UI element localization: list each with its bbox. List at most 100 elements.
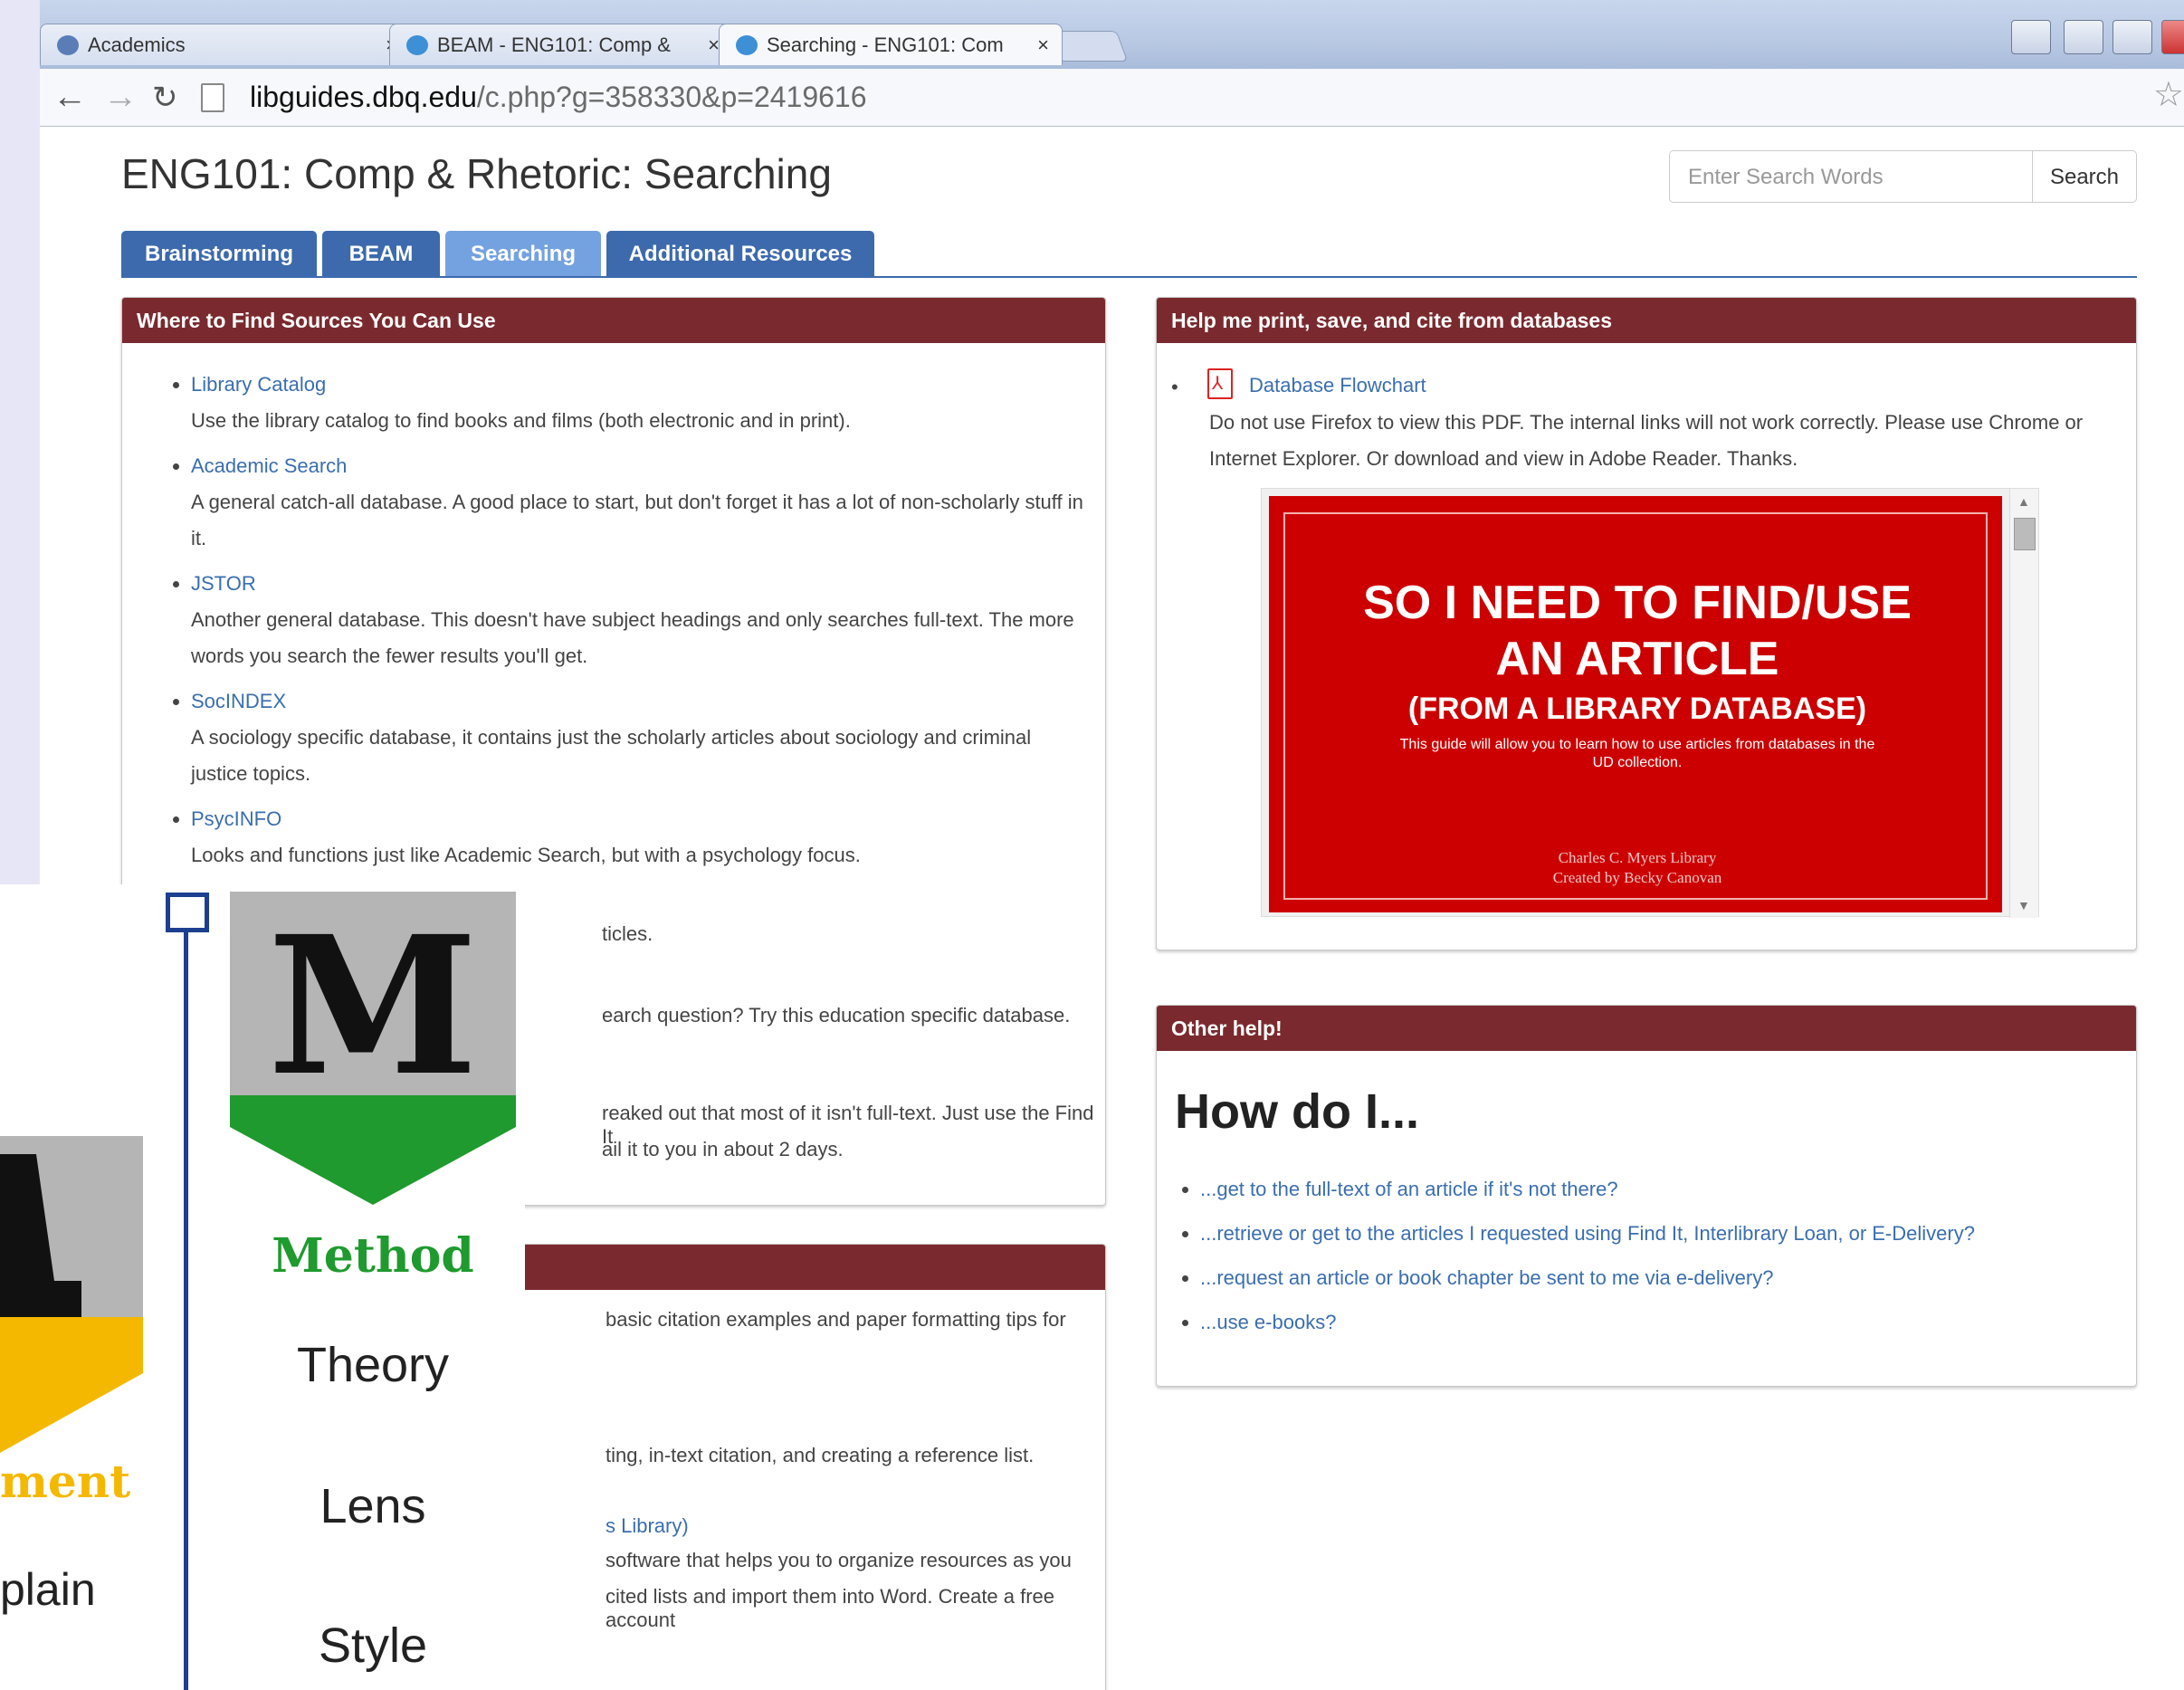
pdf-viewer[interactable]: SO I NEED TO FIND/USE AN ARTICLE (FROM A…	[1261, 488, 2039, 918]
jstor-link[interactable]: JSTOR	[191, 566, 1087, 602]
other-help-box: Other help! How do I... ...get to the fu…	[1156, 1005, 2137, 1387]
pdf-caption: UD collection.	[1592, 755, 1683, 770]
theory-word: Theory	[296, 1338, 450, 1392]
full-text-help-link[interactable]: ...get to the full-text of an article if…	[1200, 1178, 1618, 1200]
help-list: ...get to the full-text of an article if…	[1175, 1167, 2118, 1344]
style-word: Style	[318, 1618, 428, 1673]
tab-searching[interactable]: Searching	[445, 231, 601, 278]
pdf-caption: This guide will allow you to learn how t…	[1399, 737, 1875, 752]
method-badge-icon: M	[230, 892, 516, 1205]
browser-tab-label: Academics	[88, 33, 186, 56]
database-flowchart-link[interactable]: Database Flowchart	[1249, 374, 1426, 397]
close-tab-icon[interactable]: ×	[1037, 33, 1049, 57]
bullet: •	[1171, 376, 1178, 398]
source-description: Another general database. This doesn't h…	[191, 608, 1074, 667]
e-books-help-link[interactable]: ...use e-books?	[1200, 1311, 1336, 1333]
list-item: ...retrieve or get to the articles I req…	[1200, 1211, 2118, 1256]
tab-additional-resources[interactable]: Additional Resources	[606, 231, 874, 278]
search-button[interactable]: Search	[2032, 150, 2137, 203]
pdf-scrollbar[interactable]: ▲ ▼	[2009, 489, 2038, 918]
list-item: SocINDEX A sociology specific database, …	[191, 683, 1087, 792]
browser-tab-academics[interactable]: Academics ×	[40, 24, 411, 65]
sources-list: Library Catalog Use the library catalog …	[140, 367, 1087, 874]
url-host: libguides.dbq.edu	[250, 81, 477, 113]
print-save-box-heading: Help me print, save, and cite from datab…	[1157, 298, 2136, 343]
pdf-title-line: AN ARTICLE	[1495, 633, 1779, 685]
maximize-button[interactable]	[2112, 20, 2152, 54]
argument-word: ment	[0, 1455, 131, 1508]
academic-search-link[interactable]: Academic Search	[191, 448, 1087, 484]
socindex-link[interactable]: SocINDEX	[191, 683, 1087, 720]
list-item: ...get to the full-text of an article if…	[1200, 1167, 2118, 1211]
page-title: ENG101: Comp & Rhetoric: Searching	[121, 150, 832, 197]
url-path: /c.php?g=358330&p=2419616	[476, 81, 867, 113]
scroll-up-icon[interactable]: ▲	[2017, 494, 2030, 509]
source-description: A sociology specific database, it contai…	[191, 726, 1032, 785]
close-window-button[interactable]	[2161, 20, 2184, 54]
method-word: Method	[272, 1228, 474, 1284]
tab-beam[interactable]: BEAM	[322, 231, 440, 278]
list-item: JSTOR Another general database. This doe…	[191, 566, 1087, 674]
partial-text: software that helps you to organize reso…	[606, 1549, 1072, 1571]
partial-text: earch question? Try this education speci…	[602, 1004, 1071, 1026]
back-arrow-icon[interactable]: ←	[52, 78, 87, 117]
list-item: PsycINFO Looks and functions just like A…	[191, 801, 1087, 874]
minimize-button[interactable]	[2064, 20, 2103, 54]
library-catalog-link[interactable]: Library Catalog	[191, 367, 1087, 403]
psycinfo-link[interactable]: PsycINFO	[191, 801, 1087, 837]
argument-badge-icon	[0, 1136, 143, 1453]
browser-tab-label: Searching - ENG101: Com	[767, 33, 1004, 56]
browser-tabstrip: Academics × BEAM - ENG101: Comp & × Sear…	[40, 0, 2184, 69]
desktop-background	[0, 0, 40, 884]
browser-tab-searching[interactable]: Searching - ENG101: Com ×	[719, 24, 1063, 65]
scroll-thumb[interactable]	[2014, 518, 2036, 550]
sources-box-heading: Where to Find Sources You Can Use	[122, 298, 1105, 343]
source-description: Looks and functions just like Academic S…	[191, 844, 861, 866]
site-favicon-icon	[57, 35, 79, 55]
list-item: ...use e-books?	[1200, 1300, 2118, 1344]
pdf-credit: Charles C. Myers Library	[1558, 849, 1717, 866]
bookmark-star-icon[interactable]: ☆	[2153, 74, 2184, 115]
pdf-cover-border: SO I NEED TO FIND/USE AN ARTICLE (FROM A…	[1283, 512, 1988, 900]
partial-text: ting, in-text citation, and creating a r…	[606, 1444, 1035, 1466]
forward-arrow-icon[interactable]: →	[103, 78, 138, 117]
partial-link[interactable]: s Library)	[606, 1514, 689, 1538]
beam-overlay-graphic: ment plain M Method Theory Lens Style	[0, 884, 525, 1690]
page-icon	[201, 83, 224, 112]
pdf-credit: Created by Becky Canovan	[1552, 869, 1722, 886]
pdf-subtitle: (FROM A LIBRARY DATABASE)	[1407, 692, 1867, 726]
other-help-box-heading: Other help!	[1157, 1006, 2136, 1051]
cloud-favicon-icon	[736, 35, 758, 55]
timeline-marker	[166, 893, 209, 932]
address-bar[interactable]: libguides.dbq.edu/c.php?g=358330&p=24196…	[201, 76, 2147, 118]
search-input[interactable]: Enter Search Words	[1669, 150, 2033, 203]
source-description: A general catch-all database. A good pla…	[191, 491, 1083, 549]
partial-text: ail it to you in about 2 days.	[602, 1138, 844, 1160]
retrieve-articles-help-link[interactable]: ...retrieve or get to the articles I req…	[1200, 1222, 1975, 1245]
explain-word: plain	[0, 1564, 96, 1615]
method-logo-letter: M	[268, 894, 478, 1118]
browser-tab-label: BEAM - ENG101: Comp &	[437, 33, 671, 56]
how-do-i-heading: How do I...	[1175, 1084, 1419, 1139]
partial-text: ticles.	[602, 922, 653, 945]
browser-tab-beam[interactable]: BEAM - ENG101: Comp & ×	[389, 24, 733, 65]
e-delivery-help-link[interactable]: ...request an article or book chapter be…	[1200, 1266, 1773, 1289]
list-item: Library Catalog Use the library catalog …	[191, 367, 1087, 439]
cloud-favicon-icon	[406, 35, 428, 55]
source-description: Use the library catalog to find books an…	[191, 409, 851, 432]
reload-icon[interactable]: ↻	[152, 80, 178, 116]
pdf-icon: ⅄	[1207, 368, 1233, 399]
user-profile-button[interactable]	[2011, 20, 2051, 54]
list-item: Academic Search A general catch-all data…	[191, 448, 1087, 557]
tab-divider	[121, 276, 2137, 278]
list-item: ...request an article or book chapter be…	[1200, 1256, 2118, 1300]
pdf-note: Do not use Firefox to view this PDF. The…	[1209, 411, 2084, 470]
lens-word: Lens	[319, 1479, 426, 1533]
partial-text: basic citation examples and paper format…	[606, 1308, 1066, 1331]
pdf-cover: SO I NEED TO FIND/USE AN ARTICLE (FROM A…	[1269, 496, 2002, 912]
pdf-title-line: SO I NEED TO FIND/USE	[1363, 577, 1912, 629]
browser-toolbar: ← → ↻ libguides.dbq.edu/c.php?g=358330&p…	[40, 69, 2184, 127]
tab-brainstorming[interactable]: Brainstorming	[121, 231, 317, 278]
scroll-down-icon[interactable]: ▼	[2017, 898, 2030, 912]
print-save-box: Help me print, save, and cite from datab…	[1156, 297, 2137, 950]
